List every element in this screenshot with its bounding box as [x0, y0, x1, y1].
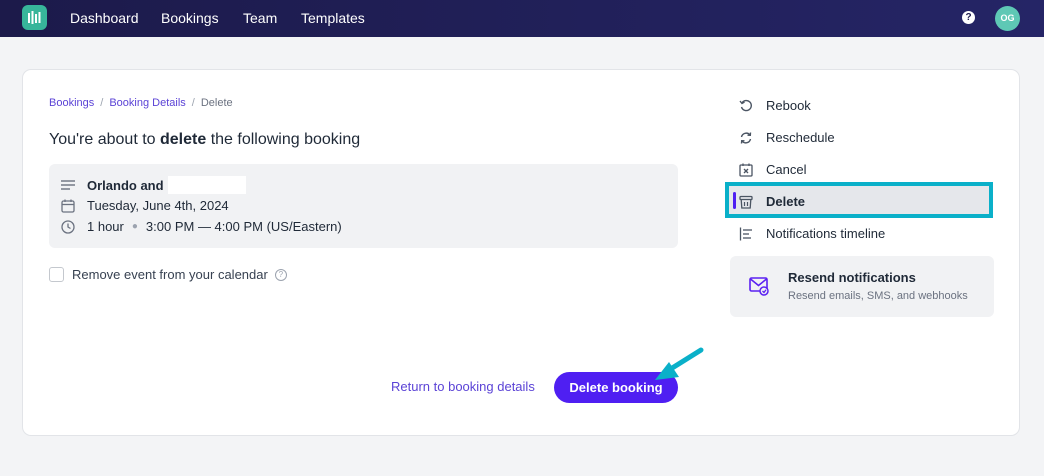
reschedule-icon — [740, 131, 752, 144]
page-title: You're about to delete the following boo… — [49, 131, 360, 149]
side-label-reschedule: Reschedule — [766, 130, 835, 145]
breadcrumb: Bookings / Booking Details / Delete — [49, 97, 233, 109]
side-item-rebook[interactable]: Rebook — [739, 98, 811, 113]
nav-dashboard[interactable]: Dashboard — [70, 10, 139, 26]
resend-notifications-card[interactable]: Resend notifications Resend emails, SMS,… — [730, 256, 994, 317]
separator-dot: ● — [131, 221, 138, 232]
text-lines-icon — [61, 180, 75, 190]
breadcrumb-bookings[interactable]: Bookings — [49, 97, 94, 109]
side-item-notifications-timeline[interactable]: Notifications timeline — [739, 226, 885, 241]
resend-title: Resend notifications — [788, 270, 916, 285]
title-suffix: the following booking — [206, 131, 361, 148]
rebook-icon — [739, 99, 752, 111]
booking-date: Tuesday, June 4th, 2024 — [87, 198, 229, 213]
booking-date-row: Tuesday, June 4th, 2024 — [61, 198, 229, 213]
remove-calendar-option: Remove event from your calendar ? — [49, 267, 287, 282]
mail-resend-icon — [749, 277, 769, 296]
user-avatar[interactable]: OG — [995, 6, 1020, 31]
trash-icon — [739, 195, 753, 209]
side-label-rebook: Rebook — [766, 98, 811, 113]
cancel-calendar-icon — [739, 163, 753, 177]
breadcrumb-booking-details[interactable]: Booking Details — [109, 97, 185, 109]
question-icon[interactable]: ? — [274, 268, 287, 281]
help-icon[interactable]: ? — [962, 11, 975, 24]
title-prefix: You're about to — [49, 131, 160, 148]
logo-icon — [28, 11, 41, 24]
breadcrumb-separator: / — [191, 97, 195, 109]
booking-delete-card: Bookings / Booking Details / Delete You'… — [22, 69, 1020, 436]
booking-duration: 1 hour — [87, 219, 124, 234]
side-item-delete[interactable]: Delete — [739, 194, 805, 209]
booking-summary: Orlando and Tuesday, June 4th, 2024 1 ho… — [49, 164, 678, 248]
side-label-cancel: Cancel — [766, 162, 807, 177]
remove-calendar-checkbox[interactable] — [49, 267, 64, 282]
breadcrumb-delete: Delete — [200, 97, 233, 109]
booking-time-row: 1 hour ● 3:00 PM — 4:00 PM (US/Eastern) — [61, 219, 342, 234]
side-label-notifications-timeline: Notifications timeline — [766, 226, 886, 241]
remove-calendar-label[interactable]: Remove event from your calendar — [72, 267, 268, 282]
pointer-arrow-icon — [655, 347, 704, 380]
title-emphasis: delete — [160, 131, 207, 148]
nav-templates[interactable]: Templates — [301, 10, 365, 26]
booking-time: 3:00 PM — 4:00 PM (US/Eastern) — [145, 219, 342, 234]
side-item-reschedule[interactable]: Reschedule — [739, 130, 835, 145]
breadcrumb-separator: / — [100, 97, 104, 109]
clock-icon — [61, 219, 75, 234]
booking-name: Orlando and — [87, 177, 164, 193]
top-navbar: Dashboard Bookings Team Templates ? OG — [0, 0, 1044, 37]
nav-bookings[interactable]: Bookings — [161, 10, 219, 26]
app-logo[interactable] — [22, 5, 47, 30]
nav-team[interactable]: Team — [243, 10, 277, 26]
active-indicator — [733, 192, 736, 209]
resend-subtitle: Resend emails, SMS, and webhooks — [788, 290, 968, 302]
redacted-name — [167, 176, 246, 194]
timeline-icon — [739, 227, 752, 240]
side-label-delete: Delete — [766, 194, 806, 209]
return-to-details-link[interactable]: Return to booking details — [391, 379, 535, 394]
booking-name-row: Orlando and — [61, 176, 246, 194]
side-item-cancel[interactable]: Cancel — [739, 162, 806, 177]
calendar-icon — [61, 199, 75, 213]
